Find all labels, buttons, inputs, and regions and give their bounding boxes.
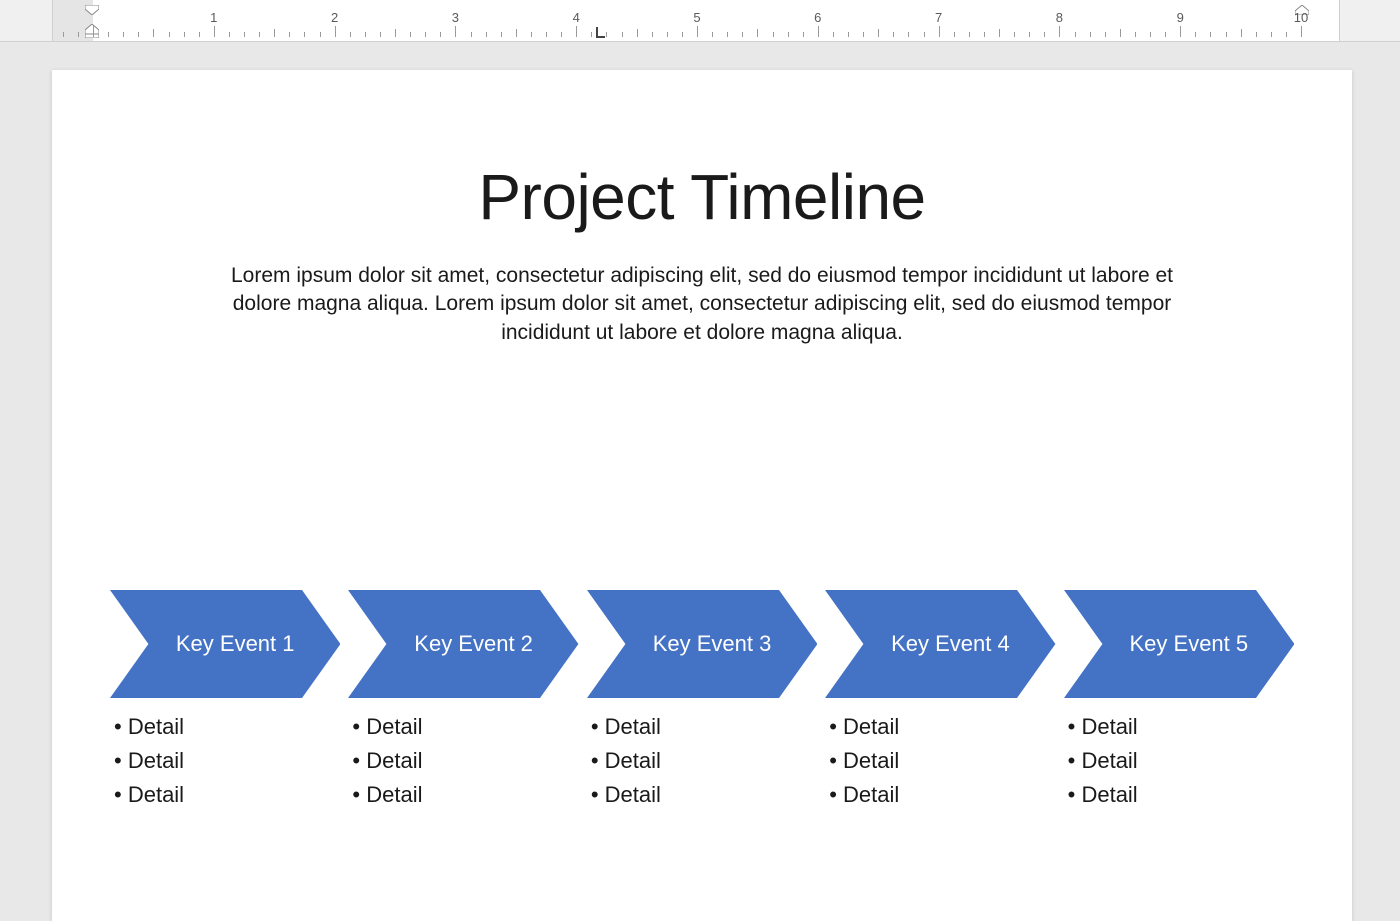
horizontal-ruler[interactable]: 1 2 3 4 5 6 7 8 9 10 (0, 0, 1400, 42)
chevron-label: Key Event 5 (1064, 590, 1294, 698)
timeline-step[interactable]: Key Event 1DetailDetailDetail (110, 590, 340, 812)
detail-item: Detail (352, 710, 578, 744)
ruler-number: 7 (935, 10, 942, 25)
first-line-indent-marker[interactable] (85, 2, 99, 20)
detail-item: Detail (829, 778, 1055, 812)
chevron-shape[interactable]: Key Event 1 (110, 590, 340, 698)
timeline-step[interactable]: Key Event 5DetailDetailDetail (1064, 590, 1294, 812)
detail-item: Detail (1068, 710, 1294, 744)
detail-item: Detail (829, 710, 1055, 744)
chevron-label: Key Event 3 (587, 590, 817, 698)
detail-item: Detail (352, 778, 578, 812)
ruler-number: 1 (210, 10, 217, 25)
slide-canvas[interactable]: Project Timeline Lorem ipsum dolor sit a… (52, 70, 1352, 921)
detail-item: Detail (591, 778, 817, 812)
timeline-step[interactable]: Key Event 2DetailDetailDetail (348, 590, 578, 812)
detail-item: Detail (591, 710, 817, 744)
tab-stop-marker[interactable] (596, 27, 606, 39)
step-details[interactable]: DetailDetailDetail (1064, 710, 1294, 812)
step-details[interactable]: DetailDetailDetail (587, 710, 817, 812)
slide-title[interactable]: Project Timeline (52, 160, 1352, 234)
ruler-number: 2 (331, 10, 338, 25)
smartart-timeline[interactable]: Key Event 1DetailDetailDetailKey Event 2… (110, 590, 1294, 812)
ruler-number: 5 (693, 10, 700, 25)
detail-item: Detail (1068, 778, 1294, 812)
hanging-indent-marker[interactable] (85, 24, 99, 43)
ruler-number: 6 (814, 10, 821, 25)
detail-item: Detail (114, 710, 340, 744)
ruler-number: 9 (1177, 10, 1184, 25)
detail-item: Detail (829, 744, 1055, 778)
step-details[interactable]: DetailDetailDetail (110, 710, 340, 812)
slide-description[interactable]: Lorem ipsum dolor sit amet, consectetur … (152, 262, 1252, 347)
chevron-label: Key Event 1 (110, 590, 340, 698)
chevron-shape[interactable]: Key Event 4 (825, 590, 1055, 698)
ruler-number: 4 (573, 10, 580, 25)
ruler-number: 3 (452, 10, 459, 25)
detail-item: Detail (114, 778, 340, 812)
chevron-shape[interactable]: Key Event 3 (587, 590, 817, 698)
timeline-step[interactable]: Key Event 3DetailDetailDetail (587, 590, 817, 812)
detail-item: Detail (114, 744, 340, 778)
detail-item: Detail (1068, 744, 1294, 778)
detail-item: Detail (591, 744, 817, 778)
ruler-number: 8 (1056, 10, 1063, 25)
ruler-number: 10 (1294, 10, 1308, 25)
timeline-step[interactable]: Key Event 4DetailDetailDetail (825, 590, 1055, 812)
chevron-label: Key Event 2 (348, 590, 578, 698)
chevron-shape[interactable]: Key Event 5 (1064, 590, 1294, 698)
chevron-shape[interactable]: Key Event 2 (348, 590, 578, 698)
chevron-label: Key Event 4 (825, 590, 1055, 698)
step-details[interactable]: DetailDetailDetail (348, 710, 578, 812)
detail-item: Detail (352, 744, 578, 778)
step-details[interactable]: DetailDetailDetail (825, 710, 1055, 812)
